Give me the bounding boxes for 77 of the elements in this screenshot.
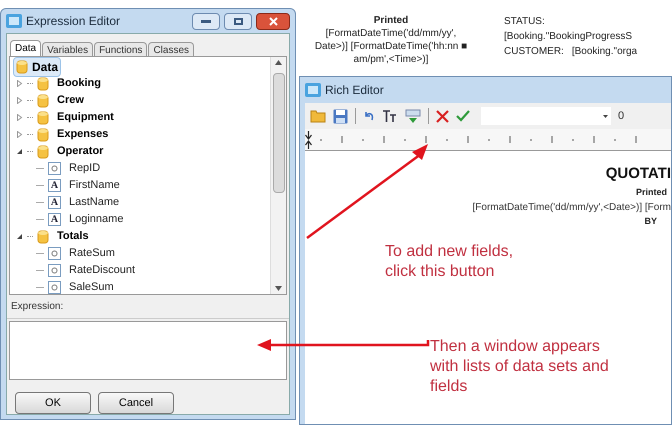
tree-item[interactable]: SaleSum <box>65 279 114 296</box>
database-icon <box>37 94 49 108</box>
tree-item[interactable]: Loginname <box>65 211 124 228</box>
expand-icon[interactable] <box>16 97 23 104</box>
minimize-button[interactable] <box>192 12 220 30</box>
database-icon <box>37 230 49 244</box>
close-button[interactable] <box>256 12 290 30</box>
indent-markers-icon[interactable] <box>305 130 312 148</box>
tree-item[interactable]: Totals <box>53 228 89 245</box>
save-icon[interactable] <box>333 108 348 124</box>
expand-icon[interactable] <box>16 80 23 87</box>
annotation-text: To add new fields, click this button <box>385 242 514 282</box>
window-title: Expression Editor <box>26 13 120 30</box>
expand-icon[interactable] <box>16 131 23 138</box>
text-field-icon: A <box>48 179 61 192</box>
document-text: BY <box>644 214 658 228</box>
document-text: Printed <box>636 186 668 199</box>
app-logo-icon <box>305 83 321 97</box>
collapse-icon[interactable] <box>16 148 23 155</box>
tree-item[interactable]: Equipment <box>53 109 114 126</box>
database-icon <box>16 60 28 74</box>
scroll-up-icon[interactable] <box>275 60 282 65</box>
text-field-icon: A <box>48 213 61 226</box>
tree-item[interactable]: FirstName <box>65 177 120 194</box>
tree-item[interactable]: RepID <box>65 160 100 177</box>
font-size-value: 0 <box>618 108 624 124</box>
number-field-icon <box>48 247 61 260</box>
tab[interactable]: Functions <box>94 42 148 56</box>
database-icon <box>37 110 49 124</box>
scroll-down-icon[interactable] <box>275 286 282 291</box>
tree-root[interactable]: Data <box>13 56 62 76</box>
app-logo-icon <box>6 14 22 28</box>
document-text: Printed <box>374 14 408 27</box>
dialog-button[interactable]: OK <box>15 392 91 414</box>
document-text: CUSTOMER: <box>504 45 564 59</box>
tree-item[interactable]: Booking <box>53 75 101 92</box>
database-icon <box>37 128 49 142</box>
cancel-icon[interactable] <box>436 110 449 122</box>
expression-label: Expression: <box>7 295 289 319</box>
tree-item[interactable]: LastName <box>65 194 120 211</box>
document-heading: QUOTATI <box>606 165 671 183</box>
tree-item[interactable]: RateSum <box>65 245 115 262</box>
scrollbar[interactable] <box>270 57 286 294</box>
document-text: Date>)] [FormatDateTime('hh:nn ■ <box>314 40 468 53</box>
tree-item[interactable]: Expenses <box>53 126 108 143</box>
database-icon <box>37 144 49 158</box>
document-text: [Booking."BookingProgressS <box>504 30 632 44</box>
database-icon <box>37 76 49 90</box>
insert-field-icon[interactable] <box>405 108 421 124</box>
number-field-icon <box>48 264 61 277</box>
document-text: am/pm',<Time>)] <box>354 53 428 66</box>
scroll-thumb[interactable] <box>272 73 284 193</box>
document-text: [Booking."orga <box>572 45 638 59</box>
number-field-icon <box>48 162 61 175</box>
dialog-button[interactable]: Cancel <box>98 392 174 414</box>
dropdown-caret-icon <box>603 114 608 118</box>
document-text: [FormatDateTime('dd/mm/yy',<Date>)] [Form <box>472 200 671 214</box>
document-text: [FormatDateTime('dd/mm/yy', <box>326 27 456 40</box>
text-field-icon: A <box>48 196 61 209</box>
tree-item[interactable]: Operator <box>53 143 104 160</box>
tab[interactable]: Data <box>10 40 42 56</box>
expand-icon[interactable] <box>16 114 23 121</box>
confirm-icon[interactable] <box>456 110 470 122</box>
maximize-button[interactable] <box>224 12 252 30</box>
tree-item[interactable]: RateDiscount <box>65 262 136 279</box>
document-text: STATUS: <box>504 15 545 29</box>
tab[interactable]: Classes <box>148 42 194 56</box>
font-icon[interactable] <box>382 110 398 122</box>
collapse-icon[interactable] <box>16 233 23 240</box>
open-folder-icon[interactable] <box>310 109 326 123</box>
window-title: Rich Editor <box>325 82 384 99</box>
annotation-text: Then a window appears with lists of data sets and fields <box>430 337 609 397</box>
expression-field[interactable] <box>9 321 287 380</box>
tab[interactable]: Variables <box>42 42 94 56</box>
undo-icon[interactable] <box>363 110 375 122</box>
tree-item[interactable]: Crew <box>53 92 84 109</box>
close-icon <box>268 16 278 26</box>
